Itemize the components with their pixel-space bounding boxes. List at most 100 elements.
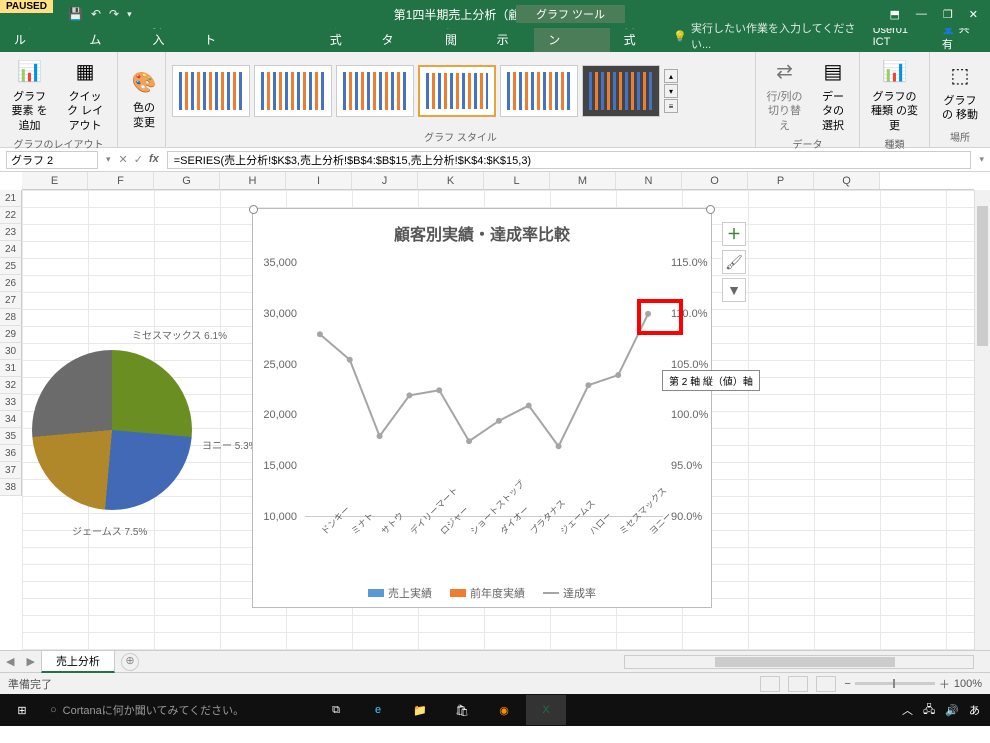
zoom-level[interactable]: 100% xyxy=(954,678,982,690)
col-header[interactable]: P xyxy=(748,172,814,189)
chart-legend[interactable]: 売上実績 前年度実績 達成率 xyxy=(253,585,711,601)
style-thumb[interactable] xyxy=(254,65,332,117)
gallery-down-icon[interactable]: ▾ xyxy=(664,84,678,98)
x-axis[interactable]: ドンキーミナトサトウデイリーマートロジャーショートストップダイオープラタナスジェ… xyxy=(305,517,663,571)
col-header[interactable]: H xyxy=(220,172,286,189)
row-header[interactable]: 31 xyxy=(0,360,22,377)
style-thumb-selected[interactable] xyxy=(418,65,496,117)
zoom-slider[interactable]: − ＋ 100% xyxy=(844,676,982,692)
style-thumb[interactable] xyxy=(500,65,578,117)
chart-styles-gallery[interactable]: ▴▾≡ xyxy=(172,54,749,128)
zoom-in-icon[interactable]: ＋ xyxy=(939,676,950,692)
tray-up-icon[interactable]: ︿ xyxy=(902,702,913,718)
sheet-tab-active[interactable]: 売上分析 xyxy=(41,650,115,673)
tell-me-box[interactable]: 💡 実行したい作業を入力してください... xyxy=(673,20,872,52)
col-header[interactable]: O xyxy=(682,172,748,189)
row-header[interactable]: 33 xyxy=(0,394,22,411)
start-button[interactable]: ⊞ xyxy=(2,695,42,725)
vertical-scrollbar[interactable] xyxy=(974,190,990,650)
tray-network-icon[interactable]: 🖧 xyxy=(923,701,935,720)
col-header[interactable]: N xyxy=(616,172,682,189)
pie-chart[interactable] xyxy=(32,350,192,510)
change-colors-button[interactable]: 🎨色の 変更 xyxy=(124,65,164,132)
col-header[interactable]: Q xyxy=(814,172,880,189)
col-header[interactable]: M xyxy=(550,172,616,189)
explorer-icon[interactable]: 📁 xyxy=(400,695,440,725)
row-header[interactable]: 29 xyxy=(0,326,22,343)
quick-layout-button[interactable]: ▦クイック レイアウト xyxy=(59,54,111,135)
row-header[interactable]: 30 xyxy=(0,343,22,360)
sheet-nav-next-icon[interactable]: ▶ xyxy=(20,655,40,668)
formula-bar[interactable] xyxy=(167,151,972,169)
row-header[interactable]: 27 xyxy=(0,292,22,309)
row-header[interactable]: 23 xyxy=(0,224,22,241)
add-chart-element-button[interactable]: 📊グラフ要素 を追加 xyxy=(6,54,53,135)
enter-formula-icon[interactable]: ✓ xyxy=(134,153,143,166)
horizontal-scrollbar[interactable] xyxy=(624,655,974,669)
row-header[interactable]: 36 xyxy=(0,445,22,462)
row-header[interactable]: 32 xyxy=(0,377,22,394)
move-chart-button[interactable]: ⬚グラフの 移動 xyxy=(936,58,984,125)
fx-icon[interactable]: fx xyxy=(149,153,159,166)
row-header[interactable]: 34 xyxy=(0,411,22,428)
tray-volume-icon[interactable]: 🔊 xyxy=(945,704,959,717)
name-box[interactable] xyxy=(6,151,98,169)
col-header[interactable]: F xyxy=(88,172,154,189)
row-header[interactable]: 21 xyxy=(0,190,22,207)
col-header[interactable]: I xyxy=(286,172,352,189)
row-header[interactable]: 35 xyxy=(0,428,22,445)
status-ready: 準備完了 xyxy=(8,676,52,692)
y-axis[interactable]: 10,00015,00020,00025,00030,00035,000 xyxy=(253,263,301,517)
gallery-more-icon[interactable]: ≡ xyxy=(664,99,678,113)
row-header[interactable]: 26 xyxy=(0,275,22,292)
style-thumb[interactable] xyxy=(336,65,414,117)
style-thumb[interactable] xyxy=(582,65,660,117)
qat-undo-icon[interactable]: ↶ xyxy=(91,7,101,21)
row-header[interactable]: 24 xyxy=(0,241,22,258)
switch-row-col-button[interactable]: ⇄行/列の 切り替え xyxy=(762,54,807,135)
minimize-button[interactable]: — xyxy=(916,8,927,21)
add-sheet-button[interactable]: ⊕ xyxy=(121,653,139,671)
app-icon[interactable]: ◉ xyxy=(484,695,524,725)
cortana-search[interactable]: ○ Cortanaに何か聞いてみてください。 xyxy=(44,702,314,718)
store-icon[interactable]: 🛍 xyxy=(442,695,482,725)
edge-icon[interactable]: e xyxy=(358,695,398,725)
chart-elements-button[interactable]: ＋ xyxy=(722,222,746,246)
tray-ime[interactable]: あ xyxy=(969,702,980,718)
ribbon-display-icon[interactable]: ⬒ xyxy=(890,8,900,21)
sheet-nav-prev-icon[interactable]: ◀ xyxy=(0,655,20,668)
row-header[interactable]: 25 xyxy=(0,258,22,275)
chart-line-series[interactable] xyxy=(305,263,663,518)
view-layout-button[interactable] xyxy=(788,676,808,692)
select-data-button[interactable]: ▤データの 選択 xyxy=(813,54,853,135)
qat-redo-icon[interactable]: ↷ xyxy=(109,7,119,21)
excel-taskbar-icon[interactable]: X xyxy=(526,695,566,725)
row-header[interactable]: 37 xyxy=(0,462,22,479)
col-header[interactable]: J xyxy=(352,172,418,189)
cancel-formula-icon[interactable]: ✕ xyxy=(119,153,128,166)
context-tool-label: グラフ ツール xyxy=(516,5,625,23)
zoom-out-icon[interactable]: − xyxy=(844,678,850,690)
chart-title[interactable]: 顧客別実績・達成率比較 xyxy=(253,209,711,257)
close-button[interactable]: ✕ xyxy=(969,8,978,21)
qat-save-icon[interactable]: 💾 xyxy=(68,7,83,21)
task-view-icon[interactable]: ⧉ xyxy=(316,695,356,725)
style-thumb[interactable] xyxy=(172,65,250,117)
qat-more-icon[interactable]: ▾ xyxy=(127,9,132,20)
restore-button[interactable]: ❐ xyxy=(943,8,953,21)
row-header[interactable]: 28 xyxy=(0,309,22,326)
chart-styles-button[interactable]: 🖌 xyxy=(722,250,746,274)
col-header[interactable]: K xyxy=(418,172,484,189)
group-label-styles: グラフ スタイル xyxy=(172,128,749,145)
col-header[interactable]: G xyxy=(154,172,220,189)
combo-chart[interactable]: 顧客別実績・達成率比較 10,00015,00020,00025,00030,0… xyxy=(252,208,712,608)
change-chart-type-button[interactable]: 📊グラフの種類 の変更 xyxy=(866,54,923,135)
gallery-up-icon[interactable]: ▴ xyxy=(664,69,678,83)
chart-filters-button[interactable]: ▼ xyxy=(722,278,746,302)
row-header[interactable]: 38 xyxy=(0,479,22,496)
row-header[interactable]: 22 xyxy=(0,207,22,224)
view-normal-button[interactable] xyxy=(760,676,780,692)
view-pagebreak-button[interactable] xyxy=(816,676,836,692)
col-header[interactable]: E xyxy=(22,172,88,189)
col-header[interactable]: L xyxy=(484,172,550,189)
